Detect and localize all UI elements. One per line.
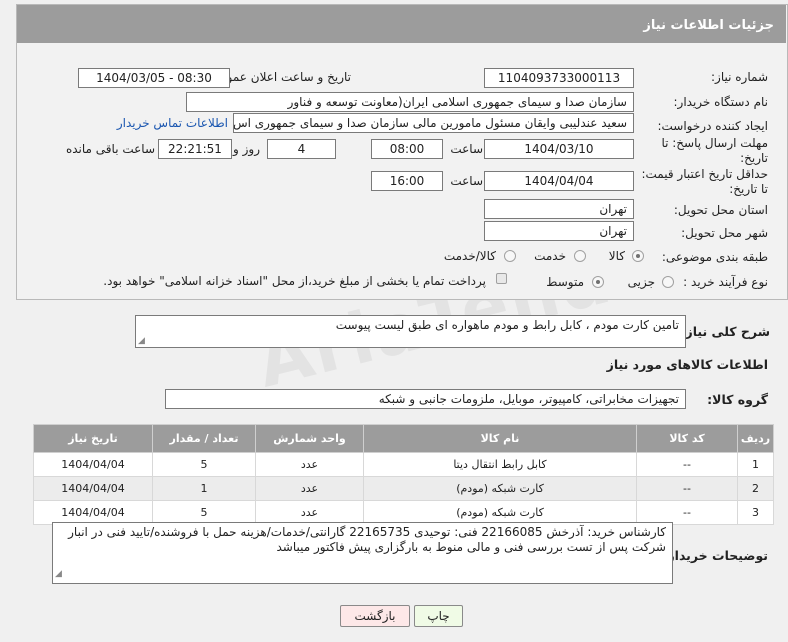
days-label: روز و — [233, 142, 260, 156]
delivery-city-label: شهر محل تحویل: — [681, 226, 768, 240]
cell-row-num: 1 — [737, 452, 774, 477]
buyer-org-field[interactable]: سازمان صدا و سیمای جمهوری اسلامی ایران(م… — [186, 92, 634, 112]
cell-quantity: 5 — [152, 500, 256, 525]
purchase-radio-minor[interactable] — [662, 276, 674, 288]
reply-time-label: ساعت — [450, 142, 483, 156]
table-row[interactable]: 2 -- کارت شبکه (مودم) عدد 1 1404/04/04 — [33, 476, 774, 501]
description-textarea[interactable]: تامین کارت مودم ، کابل رابط و مودم ماهوا… — [135, 315, 686, 348]
category-option-service: خدمت — [534, 249, 566, 263]
table-row[interactable]: 3 -- کارت شبکه (مودم) عدد 5 1404/04/04 — [33, 500, 774, 525]
purchase-type-label: نوع فرآیند خرید : — [683, 275, 768, 289]
reply-date-field[interactable]: 1404/03/10 — [484, 139, 634, 159]
cell-unit: عدد — [255, 452, 364, 477]
goods-table: ردیف کد کالا نام کالا واحد شمارش تعداد /… — [33, 424, 774, 525]
category-option-goods-service: کالا/خدمت — [443, 249, 496, 263]
price-validity-date-field[interactable]: 1404/04/04 — [484, 171, 634, 191]
price-validity-label: حداقل تاریخ اعتبار قیمت: تا تاریخ: — [641, 167, 768, 196]
table-header-row: ردیف کد کالا نام کالا واحد شمارش تعداد /… — [33, 424, 774, 453]
goods-group-field[interactable]: تجهیزات مخابراتی، کامپیوتر، موبایل، ملزو… — [165, 389, 686, 409]
reply-deadline-label: مهلت ارسال پاسخ: تا تاریخ: — [661, 136, 768, 165]
announce-datetime-field[interactable]: 1404/03/05 - 08:30 — [78, 68, 230, 88]
category-radio-goods-service[interactable] — [504, 250, 516, 262]
resize-grip-icon[interactable]: ◢ — [55, 567, 62, 582]
price-validity-time-label: ساعت — [450, 174, 483, 188]
delivery-province-field[interactable]: تهران — [484, 199, 634, 219]
purchase-radio-medium[interactable] — [592, 276, 604, 288]
category-radio-goods[interactable] — [632, 250, 644, 262]
table-row[interactable]: 1 -- کابل رابط انتقال دیتا عدد 5 1404/04… — [33, 452, 774, 477]
reply-time-field[interactable]: 08:00 — [371, 139, 443, 159]
need-number-field[interactable]: 1104093733000113 — [484, 68, 634, 88]
print-button[interactable]: چاپ — [414, 605, 463, 627]
cell-unit: عدد — [255, 500, 364, 525]
cell-need-date: 1404/04/04 — [33, 452, 153, 477]
category-option-goods: کالا — [608, 249, 625, 263]
cell-unit: عدد — [255, 476, 364, 501]
cell-item-name: کابل رابط انتقال دیتا — [363, 452, 637, 477]
buyer-notes-text: کارشناس خرید: آذرخش 22166085 فنی: توحیدی… — [68, 525, 666, 554]
buyer-notes-label: توضیحات خریدار: — [662, 548, 768, 563]
days-field[interactable]: 4 — [267, 139, 336, 159]
delivery-province-label: استان محل تحویل: — [673, 203, 768, 217]
back-button[interactable]: بازگشت — [340, 605, 410, 627]
price-validity-time-field[interactable]: 16:00 — [371, 171, 443, 191]
buyer-org-label: نام دستگاه خریدار: — [673, 95, 769, 109]
treasury-payment-note: پرداخت تمام یا بخشی از مبلغ خرید،از محل … — [103, 274, 486, 288]
description-label: شرح کلی نیاز: — [680, 324, 770, 339]
description-text: تامین کارت مودم ، کابل رابط و مودم ماهوا… — [335, 318, 679, 332]
cell-need-date: 1404/04/04 — [33, 500, 153, 525]
remaining-time-field[interactable]: 22:21:51 — [158, 139, 232, 159]
cell-need-date: 1404/04/04 — [33, 476, 153, 501]
header-need-date: تاریخ نیاز — [33, 424, 153, 453]
cell-row-num: 3 — [737, 500, 774, 525]
cell-item-code: -- — [636, 452, 738, 477]
cell-item-code: -- — [636, 500, 738, 525]
need-number-label: شماره نیاز: — [711, 70, 768, 84]
treasury-payment-checkbox[interactable] — [496, 273, 507, 284]
header-unit: واحد شمارش — [255, 424, 364, 453]
cell-item-name: کارت شبکه (مودم) — [363, 476, 637, 501]
goods-group-label: گروه کالا: — [707, 392, 768, 407]
category-radio-service[interactable] — [574, 250, 586, 262]
header-item-name: نام کالا — [363, 424, 637, 453]
header-item-code: کد کالا — [636, 424, 738, 453]
buyer-contact-link[interactable]: اطلاعات تماس خریدار — [117, 116, 228, 130]
cell-item-code: -- — [636, 476, 738, 501]
cell-item-name: کارت شبکه (مودم) — [363, 500, 637, 525]
purchase-option-minor: جزیی — [627, 275, 655, 289]
cell-quantity: 5 — [152, 452, 256, 477]
creator-field[interactable]: سعید عندلیبی وایقان مسئول مامورین مالی س… — [233, 113, 634, 133]
goods-section-title: اطلاعات کالاهای مورد نیاز — [606, 357, 768, 372]
header-row-num: ردیف — [737, 424, 774, 453]
buyer-notes-textarea[interactable]: کارشناس خرید: آذرخش 22166085 فنی: توحیدی… — [52, 522, 673, 584]
page-title: جزئیات اطلاعات نیاز — [17, 5, 786, 43]
creator-label: ایجاد کننده درخواست: — [657, 119, 768, 133]
remaining-time-label: ساعت باقی مانده — [65, 142, 155, 156]
cell-quantity: 1 — [152, 476, 256, 501]
header-quantity: تعداد / مقدار — [152, 424, 256, 453]
resize-grip-icon[interactable]: ◢ — [138, 336, 145, 346]
cell-row-num: 2 — [737, 476, 774, 501]
delivery-city-field[interactable]: تهران — [484, 221, 634, 241]
category-label: طبقه بندی موضوعی: — [661, 250, 768, 264]
purchase-option-medium: متوسط — [546, 275, 584, 289]
